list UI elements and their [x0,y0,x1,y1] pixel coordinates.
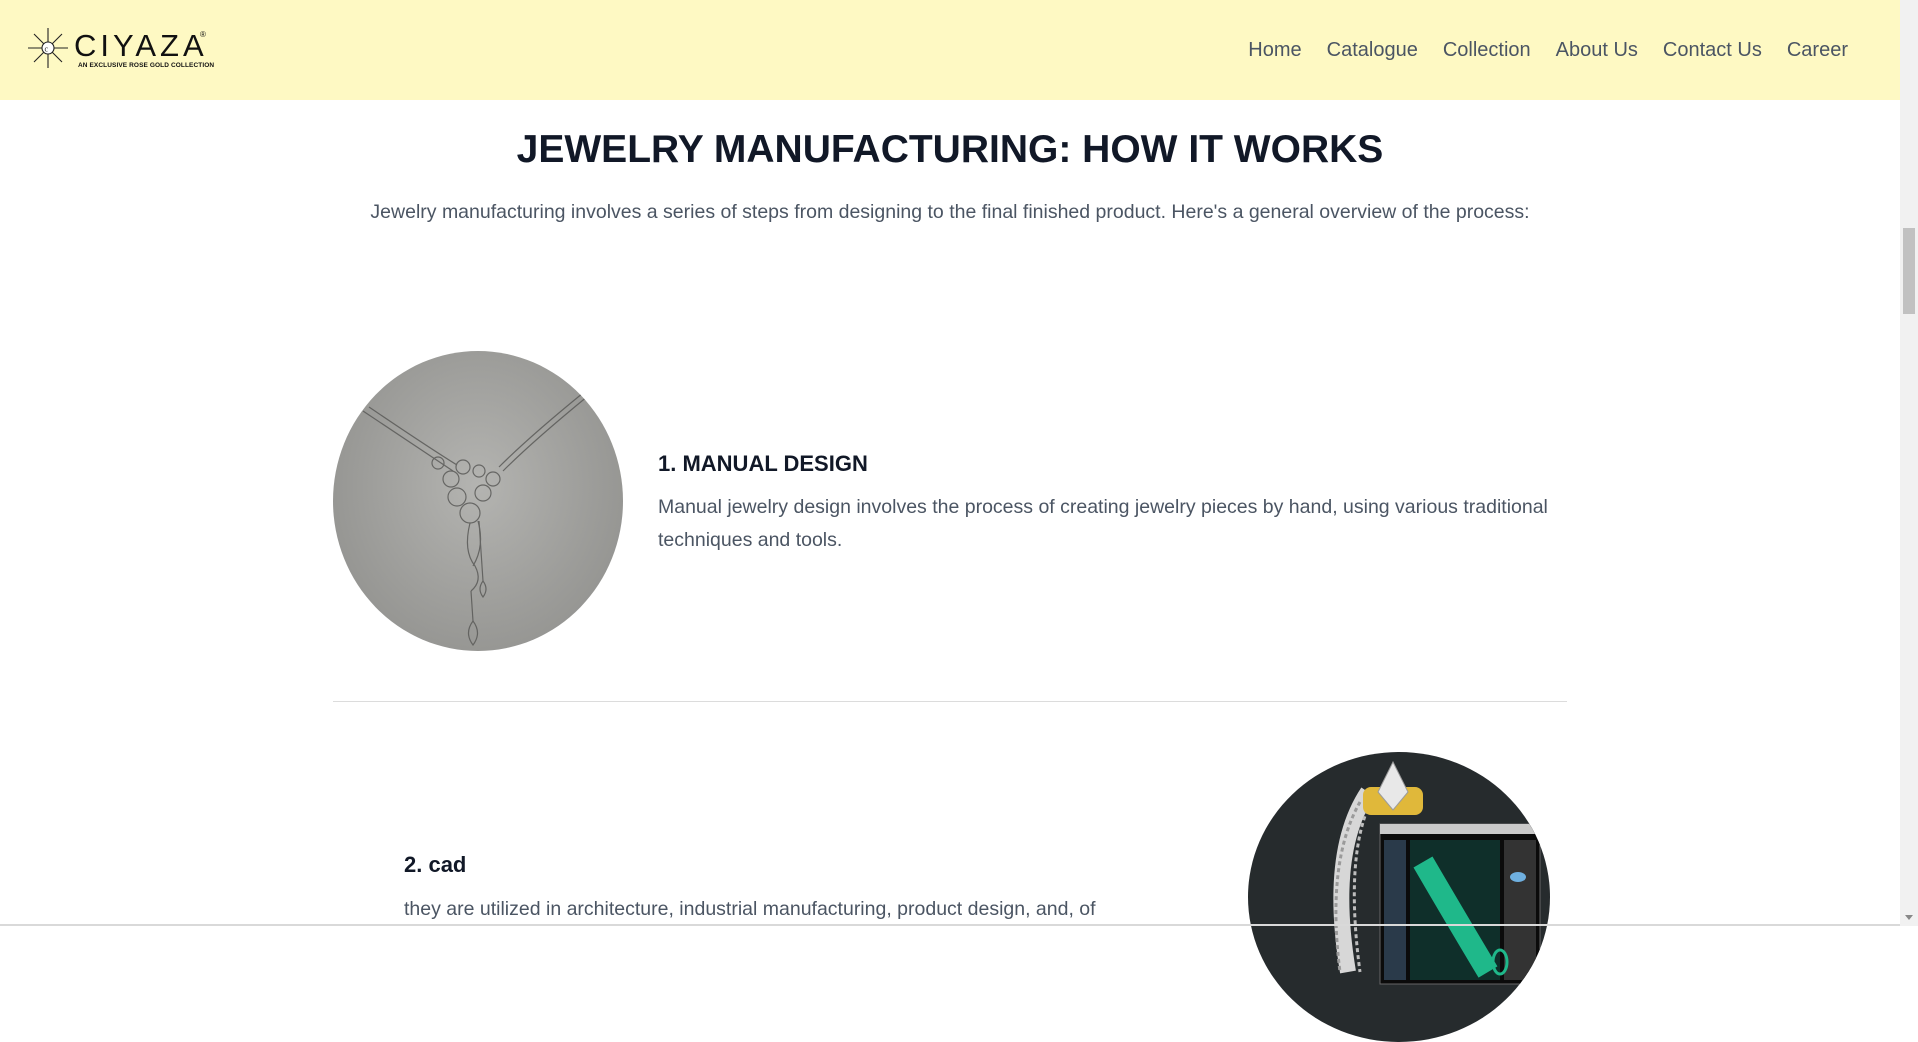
sun-logo-icon: c [28,28,68,68]
nav-contact-us[interactable]: Contact Us [1663,36,1762,64]
nav-about-us[interactable]: About Us [1556,36,1638,64]
nav-career[interactable]: Career [1787,36,1848,64]
brand-name: CIYAZA [74,28,208,63]
necklace-sketch-image [333,351,623,651]
page-title: JEWELRY MANUFACTURING: HOW IT WORKS [516,128,1384,171]
step-1-description: Manual jewelry design involves the proce… [658,496,1548,551]
svg-text:c: c [45,45,49,54]
section-divider [333,701,1567,702]
page-intro: Jewelry manufacturing involves a series … [370,201,1530,223]
scrollbar-thumb[interactable] [1903,228,1915,314]
nav-collection[interactable]: Collection [1443,36,1531,64]
step-2-description: they are utilized in architecture, indus… [404,898,1096,920]
registered-mark: ® [200,30,206,39]
step-2-title: 2. cad [404,852,467,877]
nav-catalogue[interactable]: Catalogue [1327,36,1418,64]
necklace-drawing-icon [362,392,589,647]
brand-tagline: AN EXCLUSIVE ROSE GOLD COLLECTION [78,62,215,69]
cad-ring-render-image [1248,752,1550,1042]
brand-logo[interactable]: c CIYAZA ® AN EXCLUSIVE ROSE GOLD COLLEC… [28,26,218,70]
nav-home[interactable]: Home [1248,36,1301,64]
main-nav: Home Catalogue Collection About Us Conta… [1248,36,1848,64]
step-1-title: 1. MANUAL DESIGN [658,451,868,476]
vertical-scrollbar[interactable] [1900,0,1918,926]
site-header: c CIYAZA ® AN EXCLUSIVE ROSE GOLD COLLEC… [0,0,1900,100]
cad-ring-icon [1333,760,1541,985]
scroll-down-arrow-icon[interactable] [1905,915,1913,920]
